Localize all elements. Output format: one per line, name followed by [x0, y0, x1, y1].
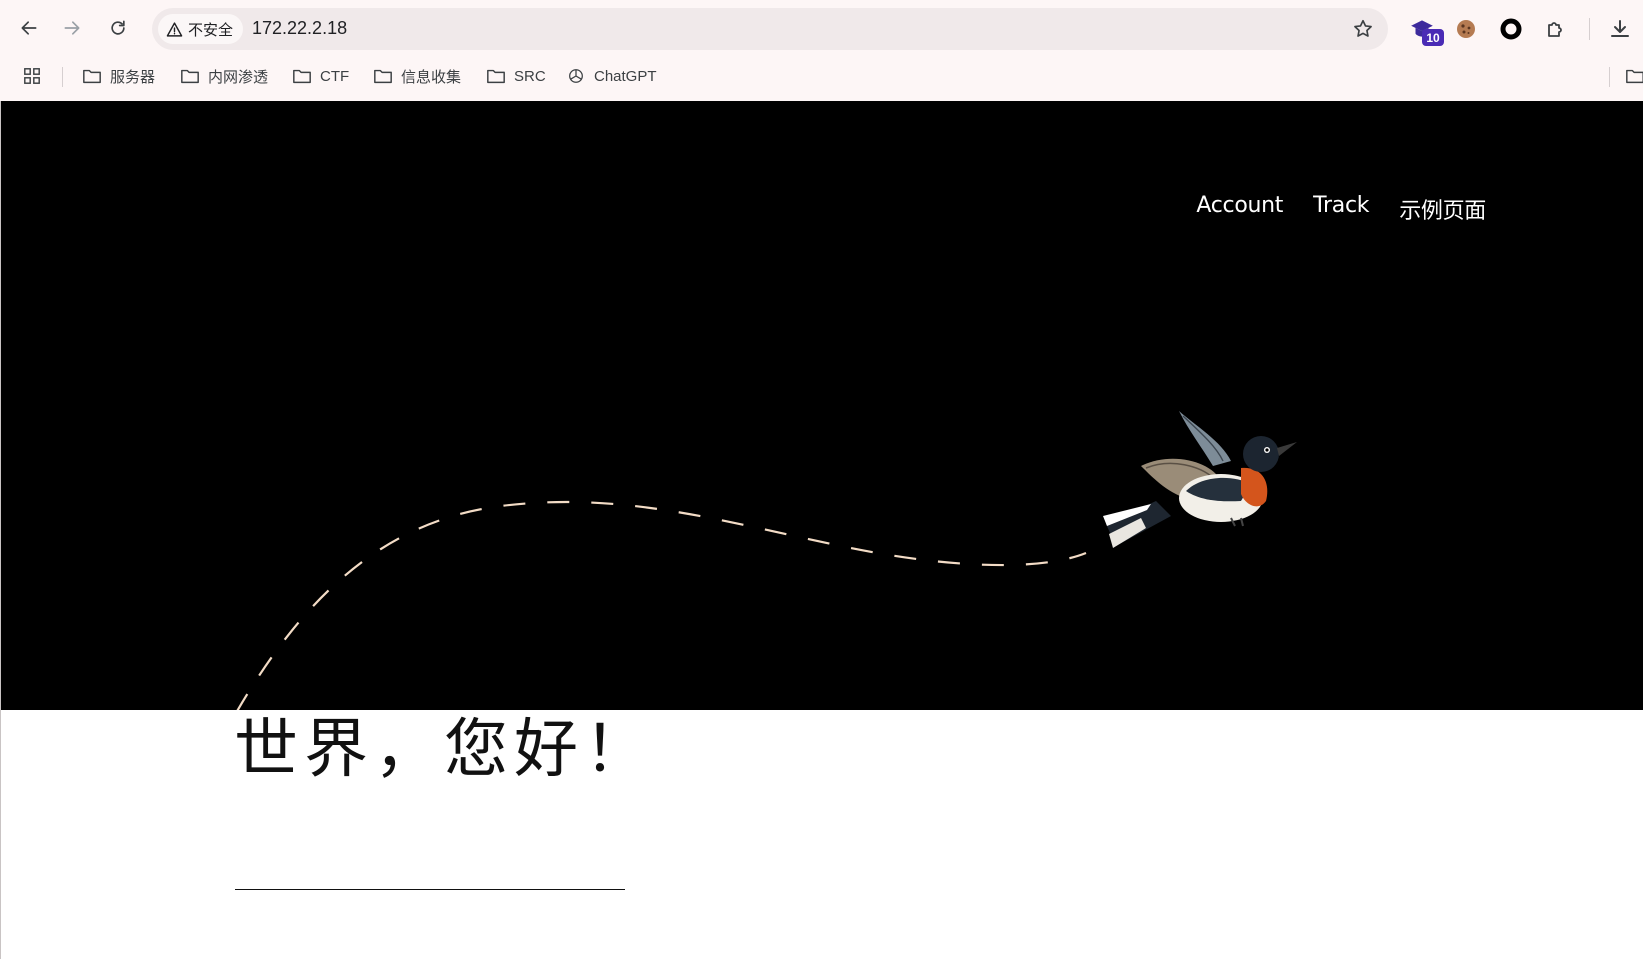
- forward-button[interactable]: [54, 10, 90, 46]
- ring-extension-button[interactable]: [1496, 14, 1526, 44]
- openai-icon: [569, 69, 583, 83]
- folder-icon: [374, 69, 392, 84]
- arrow-right-icon: [64, 21, 80, 35]
- cookie-icon: [1457, 20, 1475, 38]
- bookmark-label: SRC: [514, 67, 546, 85]
- reload-button[interactable]: [100, 10, 136, 46]
- bookmark-folder[interactable]: SRC: [486, 64, 546, 88]
- bookmark-label: 服务器: [110, 68, 156, 86]
- bookmark-folder[interactable]: 服务器: [82, 64, 155, 88]
- address-bar[interactable]: 不安全 172.22.2.18: [152, 8, 1388, 50]
- download-icon: [1611, 20, 1629, 37]
- back-button[interactable]: [11, 10, 47, 46]
- bookmark-label: ChatGPT: [594, 67, 657, 85]
- circle-icon: [1500, 18, 1522, 40]
- extension-button[interactable]: 10: [1407, 14, 1444, 46]
- other-bookmarks-button[interactable]: [1625, 64, 1643, 88]
- toolbar-divider: [1589, 18, 1590, 40]
- warning-icon: [166, 21, 183, 37]
- bookmark-label: 信息收集: [401, 68, 462, 86]
- bookmarks-bar: 服务器 内网渗透 CTF 信息收集 SRC ChatGPT: [0, 60, 1643, 92]
- security-label: 不安全: [188, 21, 234, 39]
- url-text[interactable]: 172.22.2.18: [252, 18, 347, 39]
- bookmark-star-icon[interactable]: [1352, 18, 1374, 40]
- hero-banner: Account Track 示例页面: [1, 101, 1643, 710]
- apps-grid-icon: [24, 68, 40, 84]
- arrow-left-icon: [21, 21, 37, 35]
- web-page: Account Track 示例页面 世界，您好！: [0, 101, 1643, 959]
- bookmark-folder[interactable]: CTF: [292, 64, 349, 88]
- bookmark-folder[interactable]: 内网渗透: [180, 64, 268, 88]
- post-title[interactable]: 世界，您好！: [234, 718, 654, 782]
- apps-button[interactable]: [22, 64, 42, 88]
- bookmarks-divider: [62, 67, 63, 87]
- extensions-menu-button[interactable]: [1541, 14, 1571, 44]
- folder-icon: [293, 69, 311, 84]
- flight-path-decoration: [236, 500, 1087, 710]
- puzzle-icon: [1548, 22, 1562, 37]
- bookmark-label: 内网渗透: [208, 68, 269, 86]
- folder-icon: [83, 69, 101, 84]
- folder-icon: [181, 69, 199, 84]
- bookmark-link[interactable]: ChatGPT: [566, 64, 657, 88]
- title-underline: [235, 889, 625, 890]
- folder-icon: [1626, 69, 1643, 84]
- bookmark-folder[interactable]: 信息收集: [373, 64, 461, 88]
- folder-icon: [487, 69, 505, 84]
- bird-illustration: [1103, 411, 1297, 548]
- bookmarks-divider: [1609, 67, 1610, 87]
- downloads-button[interactable]: [1605, 14, 1635, 44]
- extension-badge: 10: [1422, 29, 1444, 46]
- browser-chrome: 不安全 172.22.2.18 10 服务器 内网渗透 CTF 信息收集 SRC…: [0, 0, 1643, 101]
- bookmark-label: CTF: [320, 67, 350, 85]
- security-indicator[interactable]: 不安全: [158, 14, 244, 44]
- reload-icon: [111, 20, 125, 35]
- cookie-extension-button[interactable]: [1451, 14, 1481, 44]
